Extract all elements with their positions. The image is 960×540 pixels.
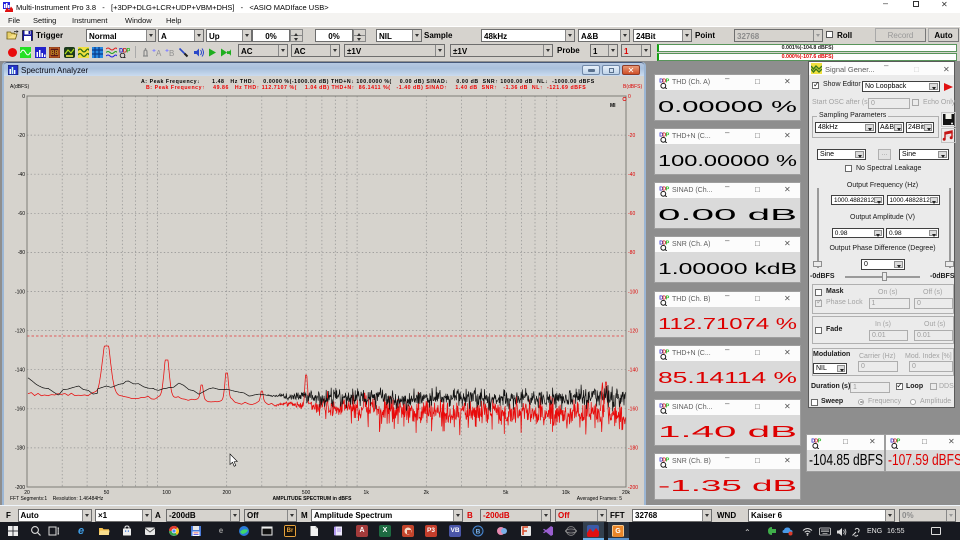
svg-text:-1.35 dB: -1.35 dB (658, 478, 797, 495)
svg-text:-180: -180 (15, 446, 25, 452)
svg-text:85.14114 %: 85.14114 % (658, 370, 797, 387)
svg-text:-140: -140 (15, 368, 25, 374)
svg-text:-100: -100 (15, 289, 25, 295)
svg-text:0: 0 (628, 94, 631, 100)
svg-text:1.00000 kdB: 1.00000 kdB (658, 261, 797, 278)
svg-text:-160: -160 (628, 407, 638, 413)
svg-text:10k: 10k (562, 490, 571, 496)
svg-text:0.00000 %: 0.00000 % (658, 99, 797, 116)
svg-text:-120: -120 (15, 328, 25, 334)
svg-text:-100: -100 (628, 289, 638, 295)
svg-text:-80: -80 (628, 250, 635, 256)
svg-text:20k: 20k (622, 490, 631, 496)
svg-text:100.00000 %: 100.00000 % (658, 153, 797, 170)
svg-text:B: B (476, 529, 481, 536)
svg-text:1k: 1k (364, 490, 370, 496)
svg-text:-40: -40 (18, 172, 25, 178)
svg-text:5k: 5k (503, 490, 509, 496)
svg-text:-107.59 dBFS: -107.59 dBFS (888, 452, 960, 469)
svg-text:B: B (169, 49, 174, 58)
svg-text:88: 88 (51, 50, 59, 57)
svg-text:2k: 2k (424, 490, 430, 496)
svg-text:-140: -140 (628, 368, 638, 374)
svg-text:100: 100 (162, 490, 171, 496)
svg-text:-60: -60 (628, 211, 635, 217)
svg-text:B(dBFS): B(dBFS) (623, 84, 643, 90)
svg-text:-180: -180 (628, 446, 638, 452)
svg-text:MI: MI (610, 103, 616, 109)
svg-text:Averaged Frames: 5: Averaged Frames: 5 (577, 496, 622, 502)
svg-text:AMPLITUDE SPECTRUM in dBFS: AMPLITUDE SPECTRUM in dBFS (273, 496, 353, 502)
svg-text:1.40 dB: 1.40 dB (658, 424, 797, 441)
svg-text:-104.85 dBFS: -104.85 dBFS (809, 452, 883, 469)
svg-text:50: 50 (104, 490, 110, 496)
svg-text:-80: -80 (18, 250, 25, 256)
svg-text:-20: -20 (628, 133, 635, 139)
svg-text:0: 0 (22, 94, 25, 100)
svg-text:-160: -160 (15, 407, 25, 413)
svg-text:A(dBFS): A(dBFS) (10, 84, 30, 90)
svg-text:-40: -40 (628, 172, 635, 178)
svg-text:A: A (156, 49, 162, 58)
svg-text:-120: -120 (628, 328, 638, 334)
svg-text:FFT Segments:1 Resolution:: FFT Segments:1 Resolution: 1.46484Hz (10, 496, 104, 502)
svg-text:0.00 dB: 0.00 dB (658, 207, 797, 224)
svg-text:112.71074 %: 112.71074 % (658, 316, 797, 333)
svg-text:200: 200 (223, 490, 232, 496)
svg-text:-60: -60 (18, 211, 25, 217)
svg-text:-20: -20 (18, 133, 25, 139)
